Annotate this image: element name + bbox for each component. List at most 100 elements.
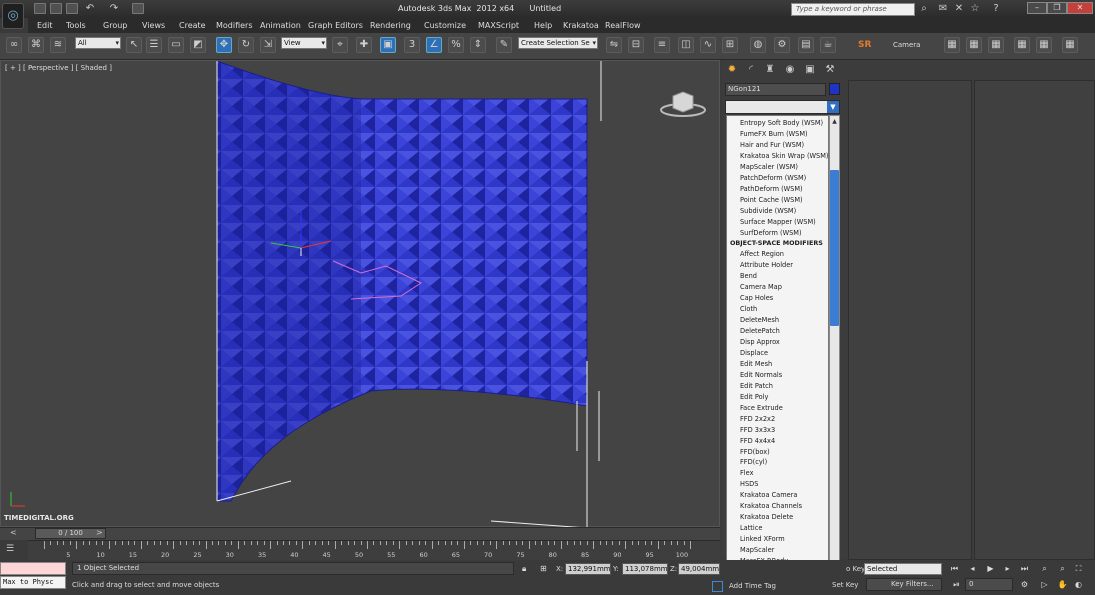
modifier-list-item[interactable]: MapScaler (WSM): [740, 163, 798, 171]
modifier-list-item[interactable]: Affect Region: [740, 250, 784, 258]
maxscript-listener-output[interactable]: [0, 562, 66, 575]
modifier-list-item[interactable]: FumeFX Burn (WSM): [740, 130, 808, 138]
track-bar[interactable]: 5 10 15 20 25 30 35 40 45 50 55 60 65 70 75 80 85 90 95 100: [28, 540, 720, 560]
modifier-list-item[interactable]: FFD(cyl): [740, 458, 767, 466]
absolute-mode-icon[interactable]: ⊞: [540, 564, 547, 573]
material-editor-icon[interactable]: ◍: [750, 37, 766, 53]
binoculars-icon[interactable]: ⌕: [918, 3, 930, 15]
set-key-button[interactable]: Set Key: [832, 581, 858, 589]
go-to-start-icon[interactable]: ⏮: [948, 563, 961, 575]
key-mode-toggle-icon[interactable]: ⏯: [950, 579, 963, 591]
modifier-list-item[interactable]: DeleteMesh: [740, 316, 779, 324]
modifier-list-item[interactable]: Face Extrude: [740, 404, 783, 412]
modifier-list-item[interactable]: Edit Patch: [740, 382, 773, 390]
current-frame-field[interactable]: 0: [965, 578, 1013, 591]
plugin-toolbar-icon[interactable]: ▦: [1014, 37, 1030, 53]
y-coordinate-field[interactable]: 113,078mm: [622, 563, 668, 575]
viewport-label[interactable]: [ + ] [ Perspective ] [ Shaded ]: [5, 64, 112, 72]
spinner-snap-icon[interactable]: ⇕: [470, 37, 486, 53]
modifier-list-item[interactable]: FFD(box): [740, 448, 770, 456]
modifier-list-item[interactable]: Hair and Fur (WSM): [740, 141, 804, 149]
minimize-button[interactable]: –: [1027, 2, 1047, 14]
motion-tab-icon[interactable]: ◉: [782, 63, 798, 77]
select-object-icon[interactable]: ↖: [126, 37, 142, 53]
modifier-list-item[interactable]: Edit Poly: [740, 393, 768, 401]
scrollbar-thumb[interactable]: [830, 170, 839, 326]
modifier-list-item[interactable]: Camera Map: [740, 283, 782, 291]
modifier-list-item[interactable]: SurfDeform (WSM): [740, 229, 802, 237]
project-folder-icon[interactable]: [132, 3, 144, 14]
undo-icon[interactable]: ↶: [84, 3, 96, 15]
zoom-all-icon[interactable]: ⌕: [1056, 563, 1069, 575]
mini-curve-editor-icon[interactable]: ☰: [6, 544, 14, 554]
redo-icon[interactable]: ↷: [108, 3, 120, 15]
perspective-viewport[interactable]: [0, 60, 720, 529]
modifier-list-item[interactable]: Krakatoa Skin Wrap (WSM): [740, 152, 828, 160]
modifier-list-item[interactable]: Krakatoa Delete: [740, 513, 793, 521]
hierarchy-tab-icon[interactable]: ♜: [762, 63, 778, 77]
sr-plugin-label[interactable]: SR: [858, 40, 871, 50]
menu-rendering[interactable]: Rendering: [370, 21, 411, 30]
orbit-icon[interactable]: ◐: [1072, 579, 1085, 591]
select-manipulate-icon[interactable]: ✚: [356, 37, 372, 53]
go-to-end-icon[interactable]: ⏭: [1018, 563, 1031, 575]
menu-help[interactable]: Help: [534, 21, 552, 30]
close-button[interactable]: ✕: [1067, 2, 1093, 14]
app-menu-button[interactable]: ◎: [2, 3, 24, 29]
plugin-toolbar-icon[interactable]: ▦: [1062, 37, 1078, 53]
modifier-list-item[interactable]: PathDeform (WSM): [740, 185, 803, 193]
angle-snap-icon[interactable]: ∠: [426, 37, 442, 53]
display-tab-icon[interactable]: ▣: [802, 63, 818, 77]
curve-editor-icon[interactable]: ∿: [700, 37, 716, 53]
modifier-list-item[interactable]: Edit Mesh: [740, 360, 772, 368]
modifier-list-item[interactable]: Krakatoa Channels: [740, 502, 802, 510]
keyboard-shortcut-toggle-icon[interactable]: ▣: [380, 37, 396, 53]
select-and-rotate-icon[interactable]: ↻: [238, 37, 254, 53]
menu-tools[interactable]: Tools: [66, 21, 86, 30]
menu-customize[interactable]: Customize: [424, 21, 466, 30]
modifier-list-item[interactable]: Surface Mapper (WSM): [740, 218, 816, 226]
field-of-view-icon[interactable]: ▷: [1038, 579, 1051, 591]
select-and-move-icon[interactable]: ✥: [216, 37, 232, 53]
time-tag-icon[interactable]: [712, 581, 723, 592]
viewcube-icon[interactable]: [659, 88, 707, 120]
modifier-list-item[interactable]: FFD 4x4x4: [740, 437, 775, 445]
open-file-icon[interactable]: [50, 3, 62, 14]
auto-key-button[interactable]: o Key: [846, 565, 865, 573]
search-input[interactable]: Type a keyword or phrase: [791, 3, 915, 16]
select-by-name-icon[interactable]: ☰: [146, 37, 162, 53]
next-frame-icon[interactable]: ▸: [1001, 563, 1014, 575]
modifier-list-item[interactable]: Krakatoa Camera: [740, 491, 797, 499]
x-coordinate-field[interactable]: 132,991mm: [565, 563, 611, 575]
scroll-up-icon[interactable]: ▲: [830, 117, 839, 126]
previous-frame-icon[interactable]: ◂: [966, 563, 979, 575]
modifier-list-item[interactable]: Cloth: [740, 305, 757, 313]
modifier-list-item[interactable]: HSDS: [740, 480, 758, 488]
menu-edit[interactable]: Edit: [37, 21, 53, 30]
help-icon[interactable]: ?: [990, 3, 1002, 15]
plugin-toolbar-icon[interactable]: ▦: [966, 37, 982, 53]
modifier-list-item[interactable]: Bend: [740, 272, 757, 280]
modifier-list-item[interactable]: Edit Normals: [740, 371, 782, 379]
modifier-list[interactable]: Entropy Soft Body (WSM) FumeFX Burn (WSM)…: [726, 115, 829, 579]
menu-create[interactable]: Create: [179, 21, 206, 30]
modifier-list-item[interactable]: Flex: [740, 469, 753, 477]
maximize-button[interactable]: ❐: [1047, 2, 1067, 14]
pan-view-icon[interactable]: ✋: [1056, 579, 1069, 591]
communication-center-icon[interactable]: ✉: [937, 3, 949, 15]
layer-manager-icon[interactable]: ≡: [654, 37, 670, 53]
modifier-list-item[interactable]: FFD 2x2x2: [740, 415, 775, 423]
modifier-list-item[interactable]: Displace: [740, 349, 768, 357]
modifier-list-item[interactable]: Cap Holes: [740, 294, 773, 302]
z-coordinate-field[interactable]: 49,004mm: [678, 563, 720, 575]
modifier-list-item[interactable]: Lattice: [740, 524, 762, 532]
maxscript-listener-input[interactable]: Max to Physc: [0, 576, 66, 589]
reference-coordinate-dropdown[interactable]: View: [281, 37, 327, 49]
chevron-right-icon[interactable]: >: [96, 528, 103, 537]
lock-selection-icon[interactable]: 🔒︎: [522, 564, 526, 574]
bind-space-warp-icon[interactable]: ≋: [50, 37, 66, 53]
rendered-frame-window-icon[interactable]: ▤: [798, 37, 814, 53]
connect-icon[interactable]: ✕: [953, 3, 965, 15]
save-file-icon[interactable]: [66, 3, 78, 14]
unlink-icon[interactable]: ⌘: [28, 37, 44, 53]
